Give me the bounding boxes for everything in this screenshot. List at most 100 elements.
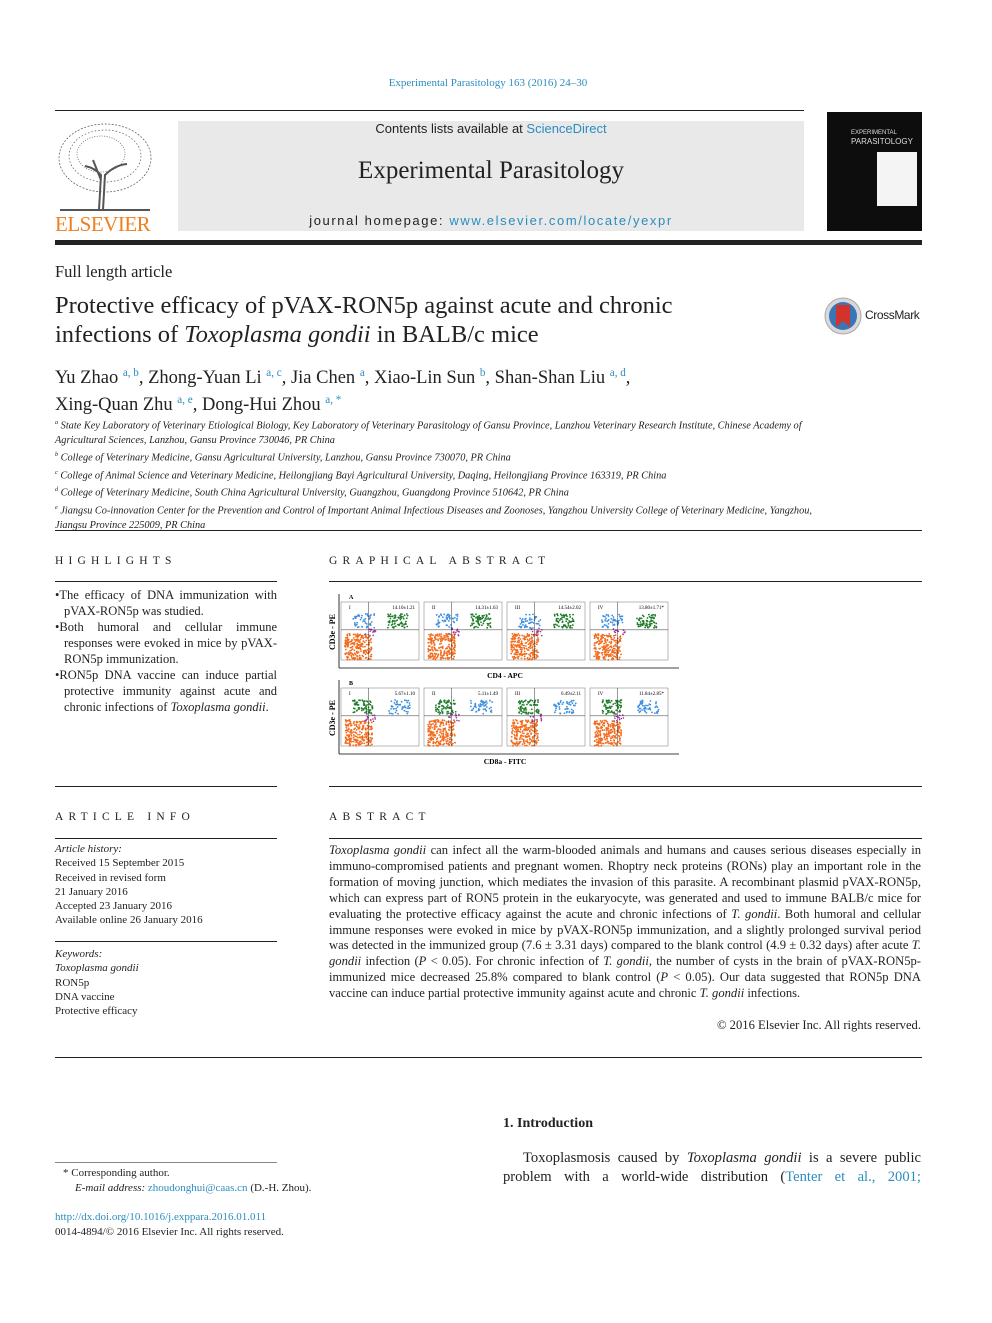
journal-cover[interactable]: EXPERIMENTAL PARASITOLOGY	[827, 112, 922, 231]
dot-q3	[362, 726, 365, 729]
dot-q3	[525, 645, 527, 647]
dot-q3	[517, 644, 520, 646]
dot-q1	[456, 615, 459, 618]
crossmark-button[interactable]: CrossMark	[824, 297, 924, 335]
dot-q3	[619, 635, 622, 638]
journal-reference[interactable]: Experimental Parasitology 163 (2016) 24–…	[0, 77, 976, 89]
dot-q3	[510, 725, 513, 727]
author-affiliation-marker[interactable]: a, d	[610, 367, 626, 379]
author[interactable]: Jia Chen a	[291, 367, 365, 388]
author-affiliation-marker[interactable]: a, c	[266, 367, 281, 379]
homepage-link[interactable]: www.elsevier.com/locate/yexpr	[449, 213, 672, 228]
dot-q3	[528, 658, 531, 661]
dot-q3	[515, 653, 517, 656]
dot-q3	[514, 633, 517, 636]
author[interactable]: Xing-Quan Zhu a, e	[55, 394, 193, 415]
dot-q1	[607, 626, 609, 629]
dot-q3	[365, 651, 368, 653]
dot-q3	[596, 743, 599, 746]
dot-q1	[572, 710, 575, 712]
dot-q3	[428, 655, 431, 658]
dot-q3	[616, 642, 619, 645]
dot-q3	[516, 719, 518, 722]
sciencedirect-link[interactable]: ScienceDirect	[526, 121, 606, 136]
dot-q1	[621, 621, 624, 624]
article-info-rule	[55, 838, 277, 839]
author-affiliation-marker[interactable]: a	[360, 367, 365, 379]
dot-q2	[536, 704, 539, 706]
dot-q2	[636, 617, 638, 620]
dot-q3	[432, 738, 435, 741]
dot-q3	[430, 739, 433, 741]
dot-q3	[513, 653, 516, 655]
dot-q3	[537, 739, 540, 742]
dot-q2	[481, 614, 484, 617]
dot-q3	[530, 633, 533, 636]
dot-q3	[531, 736, 534, 738]
author[interactable]: Dong-Hui Zhou a, *	[202, 394, 341, 415]
dot-q2	[619, 710, 622, 713]
dot-q1	[537, 620, 540, 623]
dot-q3	[526, 632, 529, 635]
author-affiliation-marker[interactable]: a, *	[325, 394, 341, 406]
dot-q4	[374, 716, 376, 719]
dot-q3	[356, 658, 359, 661]
dot-q3	[598, 723, 601, 726]
dot-q2	[613, 712, 615, 715]
dot-q3	[446, 737, 449, 740]
doi-link[interactable]: http://dx.doi.org/10.1016/j.exppara.2016…	[55, 1211, 266, 1223]
email-link[interactable]: zhoudonghui@caas.cn	[148, 1182, 248, 1194]
dot-q4	[447, 720, 450, 723]
dot-q3	[448, 650, 450, 653]
dot-q1	[524, 618, 526, 621]
author[interactable]: Xiao-Lin Sun b	[374, 367, 486, 388]
dot-q3	[362, 637, 365, 640]
dot-q2	[478, 614, 481, 617]
article-info-top-rule	[55, 786, 277, 787]
dot-q3	[537, 633, 539, 635]
dot-q1	[479, 702, 482, 705]
dot-q3	[435, 649, 438, 652]
dot-q1	[571, 702, 574, 705]
dot-q3	[360, 634, 363, 637]
dot-q1	[408, 706, 411, 709]
author-affiliation-marker[interactable]: b	[480, 367, 486, 379]
dot-q2	[610, 710, 613, 713]
citation-link[interactable]: Tenter et al., 2001;	[785, 1169, 921, 1185]
author[interactable]: Yu Zhao a, b	[55, 367, 139, 388]
dot-q3	[619, 640, 622, 643]
dot-q4	[457, 633, 460, 636]
dot-q2	[353, 707, 356, 710]
dot-q3	[593, 722, 596, 725]
dot-q1	[566, 710, 568, 713]
dot-q1	[617, 621, 620, 624]
dot-q1	[368, 623, 371, 626]
author[interactable]: Zhong-Yuan Li a, c	[148, 367, 282, 388]
dot-q2	[435, 710, 438, 713]
dot-q2	[447, 712, 450, 715]
abstract-bottom-rule	[55, 1057, 922, 1058]
dot-q3	[511, 650, 514, 653]
dot-q2	[607, 699, 610, 702]
dot-q2	[475, 616, 477, 619]
dot-q1	[562, 701, 565, 704]
crossmark-icon	[824, 297, 862, 335]
author-affiliation-marker[interactable]: a, e	[177, 394, 192, 406]
dot-q3	[512, 643, 515, 646]
dot-q2	[446, 700, 449, 703]
dot-q2	[570, 620, 573, 623]
dot-q3	[354, 739, 357, 742]
author-affiliation-marker[interactable]: a, b	[123, 367, 139, 379]
dot-q2	[566, 615, 569, 618]
dot-q3	[359, 743, 362, 746]
dot-q1	[564, 708, 567, 711]
author[interactable]: Shan-Shan Liu a, d	[495, 367, 626, 388]
dot-q3	[432, 657, 435, 660]
dot-q3	[526, 649, 529, 651]
dot-q1	[445, 617, 448, 619]
dot-q3	[535, 725, 537, 728]
panel-group: III	[515, 692, 520, 697]
dot-q2	[601, 701, 604, 704]
dot-q3	[520, 640, 523, 643]
dot-q3	[369, 740, 372, 743]
